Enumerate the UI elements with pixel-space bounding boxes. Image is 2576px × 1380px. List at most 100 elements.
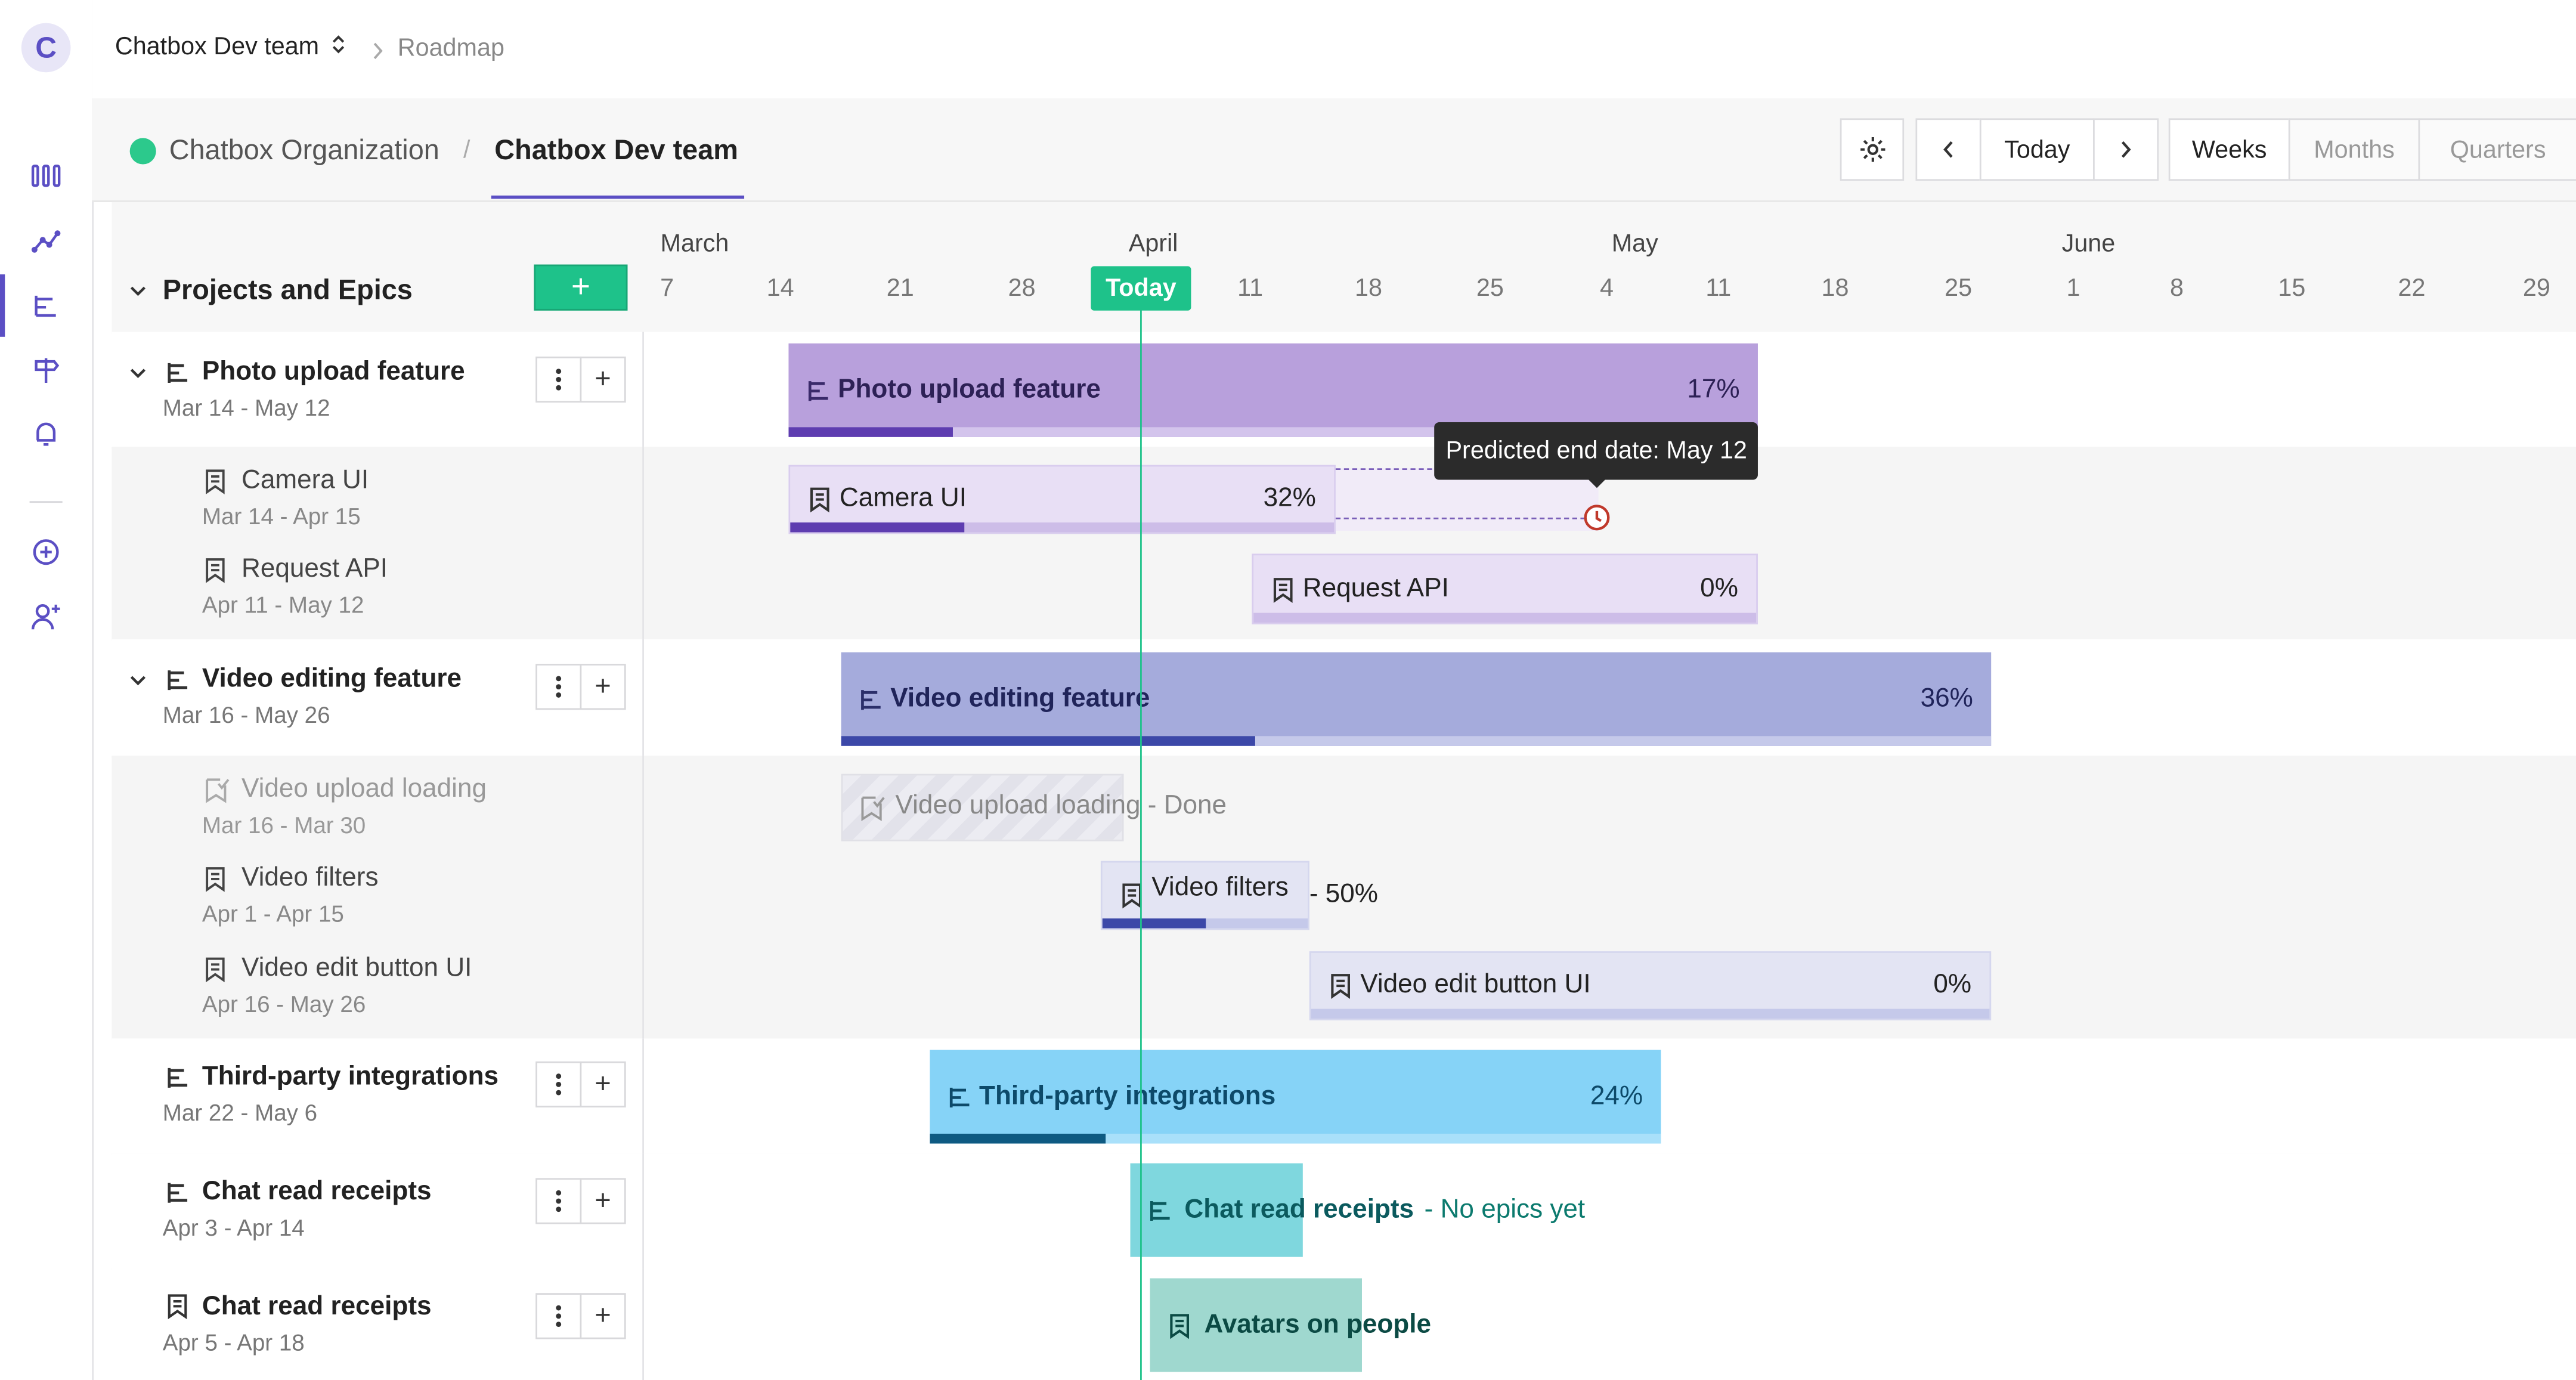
sidebar: C (0, 0, 94, 1380)
month-label: May (1611, 230, 1658, 258)
chevron-down-icon[interactable] (128, 281, 148, 301)
add-epic-button[interactable]: + (580, 1061, 626, 1107)
day-label: 22 (2398, 274, 2426, 302)
bookmark-icon (206, 469, 225, 494)
settings-button[interactable] (1840, 118, 1905, 181)
project-info: Chat read receipts Apr 3 - Apr 14 + (112, 1153, 644, 1268)
app-root: C Chatbox Dev team Roadmap Chatbox Organ… (0, 0, 2576, 1380)
more-button[interactable] (535, 356, 582, 403)
progress-fill (1102, 918, 1205, 929)
more-vertical-icon (556, 1190, 562, 1212)
view-quarters-button[interactable]: Quarters (2418, 118, 2576, 181)
chevron-left-icon (1943, 141, 1953, 158)
more-button[interactable] (535, 664, 582, 710)
day-label: 11 (1705, 274, 1732, 302)
more-button[interactable] (535, 1293, 582, 1339)
epic-bar[interactable]: Video edit button UI 0% (1309, 951, 1992, 1020)
bar-percent: 24% (1590, 1082, 1643, 1110)
day-label: 14 (766, 274, 794, 302)
bookmark-check-icon (861, 796, 885, 821)
epic-dates: Mar 16 - Mar 30 (202, 812, 366, 838)
chevron-down-icon[interactable] (128, 363, 148, 383)
epic-name[interactable]: Camera UI (242, 466, 369, 496)
next-button[interactable] (2092, 118, 2159, 181)
view-weeks-button[interactable]: Weeks (2168, 118, 2290, 181)
day-label: 7 (660, 274, 674, 302)
project-bar[interactable]: Video editing feature 36% (841, 652, 1992, 746)
bookmark-icon (206, 867, 225, 892)
epic-bar[interactable]: Camera UI 32% (788, 465, 1336, 534)
team-name: Chatbox Dev team (114, 33, 320, 61)
breadcrumb-organization[interactable]: Chatbox Organization (169, 135, 439, 168)
signpost-icon[interactable] (23, 350, 69, 389)
add-user-icon[interactable] (23, 596, 69, 636)
tooltip: Predicted end date: May 12 (1434, 422, 1759, 480)
day-label: 21 (886, 274, 914, 302)
bar-label: Video filters (1151, 874, 1289, 902)
project-bar[interactable]: Third-party integrations 24% (930, 1050, 1661, 1144)
roadmap-icon (168, 1068, 188, 1088)
roadmap-icon (168, 1183, 188, 1203)
prev-button[interactable] (1915, 118, 1981, 181)
team-switcher[interactable]: Chatbox Dev team (115, 33, 348, 61)
today-line (1140, 308, 1142, 1380)
today-marker[interactable]: Today (1091, 266, 1191, 311)
more-button[interactable] (535, 1061, 582, 1107)
epic-bar[interactable]: Request API 0% (1252, 553, 1758, 624)
active-nav-indicator (0, 274, 5, 337)
project-dates: Apr 3 - Apr 14 (162, 1214, 305, 1241)
breadcrumb-roadmap[interactable]: Roadmap (398, 35, 504, 63)
more-vertical-icon (556, 1073, 562, 1096)
roadmap-icon (949, 1087, 970, 1107)
bar-label: Video upload loading - Done (895, 791, 1227, 820)
chevron-down-icon[interactable] (128, 670, 148, 690)
more-button[interactable] (535, 1178, 582, 1224)
epic-name[interactable]: Video filters (242, 864, 379, 894)
workspace-logo[interactable]: C (21, 23, 71, 73)
roadmap-icon (861, 689, 881, 709)
org-icon (129, 138, 156, 165)
view-months-button[interactable]: Months (2288, 118, 2420, 181)
add-circle-icon[interactable] (23, 533, 69, 572)
bell-icon[interactable] (23, 414, 69, 453)
epic-name[interactable]: Video edit button UI (242, 955, 472, 985)
progress-fill (930, 1134, 1106, 1144)
day-label: 25 (1945, 274, 1973, 302)
tab-team[interactable]: Chatbox Dev team (494, 135, 738, 168)
roadmap-icon[interactable] (23, 286, 69, 325)
project-name[interactable]: Chat read receipts (202, 1178, 432, 1208)
epic-name[interactable]: Request API (242, 555, 388, 585)
add-epic-button[interactable]: + (580, 664, 626, 710)
project-info: Chat read receipts Apr 5 - Apr 18 + (112, 1268, 644, 1380)
add-project-button[interactable]: + (534, 264, 628, 311)
project-name[interactable]: Third-party integrations (202, 1063, 499, 1093)
project-name[interactable]: Photo upload feature (202, 358, 465, 388)
add-epic-button[interactable]: + (580, 356, 626, 403)
day-label: 1 (2066, 274, 2080, 302)
columns-icon[interactable] (23, 156, 69, 196)
day-label: 18 (1355, 274, 1382, 302)
project-info: Video editing feature Mar 16 - May 26 + (112, 639, 644, 756)
breadcrumb-separator: / (463, 136, 470, 165)
project-dates: Mar 16 - May 26 (162, 701, 330, 728)
today-button[interactable]: Today (1979, 118, 2095, 181)
projects-epics-title: Projects and Epics (162, 274, 413, 306)
analytics-icon[interactable] (23, 222, 69, 261)
add-epic-button[interactable]: + (580, 1293, 626, 1339)
predicted-extension-line (1335, 517, 1586, 519)
project-name[interactable]: Chat read receipts (202, 1293, 432, 1323)
more-vertical-icon (556, 1305, 562, 1328)
project-name[interactable]: Video editing feature (202, 666, 462, 695)
month-label: June (2061, 230, 2116, 258)
epics-info: Video upload loading Mar 16 - Mar 30 Vid… (112, 756, 644, 1039)
roadmap-icon (168, 363, 188, 383)
sub-header: Chatbox Organization / Chatbox Dev team … (92, 98, 2576, 202)
project-dates: Mar 14 - May 12 (162, 394, 330, 421)
epic-name[interactable]: Video upload loading (242, 775, 487, 805)
clock-icon[interactable] (1582, 503, 1612, 533)
add-epic-button[interactable]: + (580, 1178, 626, 1224)
epic-bar[interactable]: Video filters (1100, 861, 1309, 930)
project-dates: Apr 5 - Apr 18 (162, 1329, 305, 1356)
month-label: April (1128, 230, 1178, 258)
roadmap-icon (168, 670, 188, 691)
